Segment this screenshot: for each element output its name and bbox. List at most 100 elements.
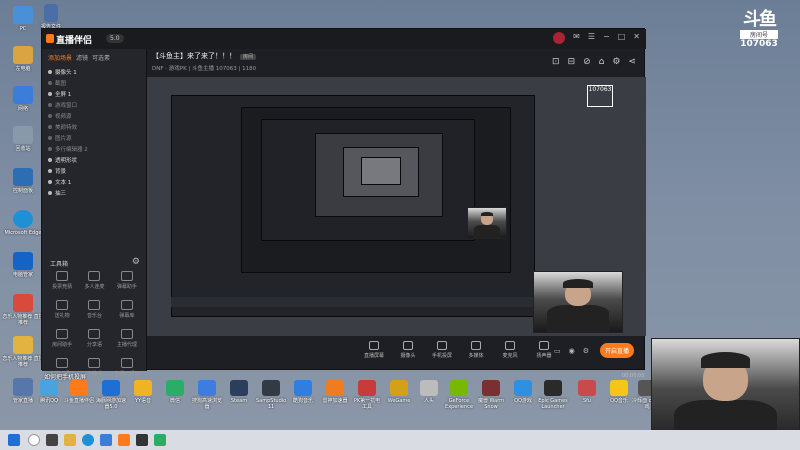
source-item[interactable]: 抽三: [42, 187, 146, 198]
eye-icon[interactable]: [48, 135, 52, 140]
desktop-icon[interactable]: Steam: [224, 380, 254, 404]
speaker-button[interactable]: 扬声器: [532, 341, 556, 359]
source-item[interactable]: 视频源: [42, 110, 146, 121]
desktop-icon[interactable]: 海豚网游加速器5.0: [96, 380, 126, 410]
eye-icon[interactable]: [48, 91, 52, 96]
desktop-icon[interactable]: 搜狗高速浏览器: [192, 380, 222, 410]
source-item[interactable]: 图片源: [42, 132, 146, 143]
maximize-icon[interactable]: □: [618, 32, 626, 44]
desktop-icon[interactable]: YY语音: [128, 380, 158, 404]
eye-icon[interactable]: [48, 146, 52, 151]
desktop-icon[interactable]: QQ游戏: [508, 380, 538, 404]
accelerator-icon: [326, 380, 344, 396]
eye-icon[interactable]: [48, 102, 52, 107]
camera-button[interactable]: 摄像头: [396, 341, 420, 359]
wechat-icon[interactable]: [154, 434, 166, 446]
desktop-icon[interactable]: WeGame: [384, 380, 414, 404]
desktop-icon[interactable]: 雷神加速器: [320, 380, 350, 404]
desktop-icon[interactable]: 网络: [2, 86, 44, 112]
eye-icon[interactable]: [48, 168, 52, 173]
tool-button[interactable]: 音乐台: [78, 300, 110, 319]
desktop-icon[interactable]: Microsoft Edge: [2, 210, 44, 236]
minimize-icon[interactable]: −: [603, 32, 610, 44]
douyu-icon[interactable]: [118, 434, 130, 446]
settings-icon[interactable]: ⚙: [132, 257, 140, 267]
desktop-icon[interactable]: 电脑管家: [2, 252, 44, 278]
search-icon[interactable]: [28, 434, 40, 446]
eye-icon[interactable]: [48, 69, 52, 74]
link-icon[interactable]: ⊘: [583, 57, 591, 67]
close-icon[interactable]: ✕: [633, 32, 640, 44]
desktop-icon[interactable]: 左电脑: [2, 46, 44, 72]
task-view-icon[interactable]: [46, 434, 58, 446]
eye-icon[interactable]: [48, 113, 52, 118]
source-item[interactable]: 全屏 1: [42, 88, 146, 99]
desktop-icon[interactable]: 斗鱼直播伴侣: [64, 380, 94, 404]
eye-icon[interactable]: [48, 80, 52, 85]
tab-filter[interactable]: 滤镜: [76, 53, 88, 62]
media-button[interactable]: 多媒体: [464, 341, 488, 359]
desktop-icon[interactable]: 控制面板: [2, 168, 44, 194]
desktop-icon-file[interactable]: 报告文件: [30, 4, 72, 30]
tool-button[interactable]: 弹幕库: [111, 300, 143, 319]
eye-icon[interactable]: [48, 124, 52, 129]
desktop-icon[interactable]: QQ音乐: [604, 380, 634, 404]
desktop-icon[interactable]: 酷狗音乐: [288, 380, 318, 404]
tool-button[interactable]: 多人连麦: [78, 271, 110, 290]
source-item[interactable]: 透明形状: [42, 154, 146, 165]
tool-button[interactable]: 主播代理: [111, 329, 143, 348]
source-item[interactable]: 美颜特效: [42, 121, 146, 132]
go-live-button[interactable]: 开启直播: [600, 343, 635, 358]
desktop-icon[interactable]: 腾讯QQ: [34, 380, 64, 404]
cart-icon[interactable]: ⊡: [552, 57, 560, 67]
desktop-icon[interactable]: Sfu: [572, 380, 602, 404]
source-item[interactable]: 背景: [42, 165, 146, 176]
desktop-icon[interactable]: 微信: [160, 380, 190, 404]
desktop-icon[interactable]: 恋乐人物推荐 直接推荐: [2, 294, 44, 326]
settings-icon[interactable]: ⚙: [612, 57, 620, 67]
desktop-icon[interactable]: GeForce Experience: [444, 380, 474, 410]
start-icon[interactable]: [8, 434, 20, 446]
screen-capture-button[interactable]: 直播屏幕: [362, 341, 386, 359]
explorer-icon[interactable]: [64, 434, 76, 446]
tool-button[interactable]: 分享语: [78, 329, 110, 348]
eye-icon[interactable]: [48, 179, 52, 184]
share-icon[interactable]: ⋖: [628, 57, 636, 67]
avatar[interactable]: [553, 32, 566, 44]
eye-icon[interactable]: ◉: [569, 347, 575, 355]
tool-button[interactable]: 弹幕助手: [111, 271, 143, 290]
lock-icon[interactable]: ⊟: [568, 57, 576, 67]
eye-icon[interactable]: [48, 157, 52, 162]
source-item[interactable]: 截图: [42, 77, 146, 88]
mail-icon[interactable]: ✉: [573, 32, 580, 44]
stream-preview[interactable]: 107063: [147, 77, 646, 336]
home-icon[interactable]: ⌂: [599, 57, 605, 67]
source-item[interactable]: 游戏窗口: [42, 99, 146, 110]
eye-icon[interactable]: [48, 190, 52, 195]
app-icon[interactable]: [136, 434, 148, 446]
desktop-icon[interactable]: 恋乐人物推荐 直接推荐: [2, 336, 44, 368]
store-icon[interactable]: [100, 434, 112, 446]
source-item[interactable]: 摄像头 1: [42, 66, 146, 77]
desktop-icon[interactable]: 人头: [414, 380, 444, 404]
tool-button[interactable]: 主播一起玩: [111, 358, 143, 377]
tool-button[interactable]: 房间助手: [46, 329, 78, 348]
edge-icon[interactable]: [82, 434, 94, 446]
tool-button[interactable]: 投票竞猜: [46, 271, 78, 290]
stream-title[interactable]: 【斗鱼主】来了来了！！！ 房间: [152, 51, 257, 61]
microphone-button[interactable]: 麦克风: [498, 341, 522, 359]
settings-icon[interactable]: ⚙: [583, 347, 589, 355]
record-icon[interactable]: ▭: [554, 347, 561, 355]
phone-cast-button[interactable]: 手机投屏: [430, 341, 454, 359]
source-item[interactable]: 多行编辑器 2: [42, 143, 146, 154]
source-item[interactable]: 文本 1: [42, 176, 146, 187]
tab-optional[interactable]: 可选素: [92, 53, 110, 62]
desktop-icon[interactable]: PK第一抗电工具: [352, 380, 382, 410]
desktop-icon[interactable]: SampStudio 11: [256, 380, 286, 410]
desktop-icon[interactable]: 魔兽 Warm Snow: [476, 380, 506, 410]
tool-button[interactable]: 送礼物: [46, 300, 78, 319]
desktop-icon[interactable]: 回收站: [2, 126, 44, 152]
menu-icon[interactable]: ☰: [588, 32, 595, 44]
tab-add-scene[interactable]: 添加场景: [48, 53, 72, 62]
desktop-icon[interactable]: Epic Games Launcher: [538, 380, 568, 410]
